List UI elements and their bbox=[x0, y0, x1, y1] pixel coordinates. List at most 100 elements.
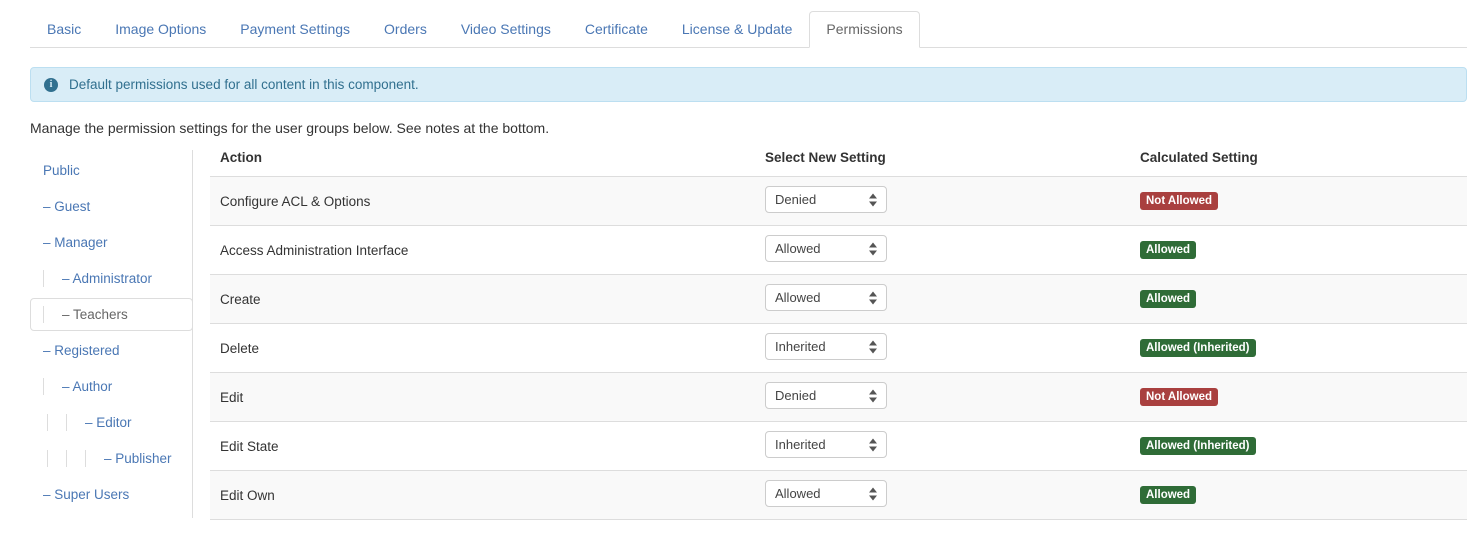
table-row: Create Allowed Allowed bbox=[210, 275, 1467, 324]
status-badge: Allowed bbox=[1140, 290, 1196, 308]
tree-guide-line bbox=[66, 450, 67, 467]
sidebar-item-label: – Publisher bbox=[104, 451, 172, 466]
select-updown-arrows-icon bbox=[869, 437, 877, 452]
sidebar-item-public[interactable]: Public bbox=[30, 154, 192, 187]
permission-select-value: Allowed bbox=[775, 236, 821, 261]
cell-action: Configure ACL & Options bbox=[210, 177, 755, 226]
tree-guide-line bbox=[47, 414, 48, 431]
tree-guide-line bbox=[66, 414, 67, 431]
permission-select[interactable]: Denied bbox=[765, 186, 887, 213]
sidebar-item-publisher[interactable]: – Publisher bbox=[30, 442, 192, 475]
sidebar-item-label: – Super Users bbox=[43, 487, 129, 502]
table-header-row: Action Select New Setting Calculated Set… bbox=[210, 150, 1467, 177]
sidebar-item-label: – Manager bbox=[43, 235, 108, 250]
table-row: Configure ACL & Options Denied Not Allowed bbox=[210, 177, 1467, 226]
select-updown-arrows-icon bbox=[869, 192, 877, 207]
column-header-action: Action bbox=[210, 150, 755, 177]
permission-select[interactable]: Inherited bbox=[765, 431, 887, 458]
status-badge: Allowed (Inherited) bbox=[1140, 437, 1256, 455]
cell-select-new-setting: Denied bbox=[755, 177, 1130, 226]
sidebar-item-manager[interactable]: – Manager bbox=[30, 226, 192, 259]
tab-video-settings[interactable]: Video Settings bbox=[444, 11, 568, 48]
tab-basic[interactable]: Basic bbox=[30, 11, 98, 48]
sidebar-item-label: Public bbox=[43, 163, 80, 178]
status-badge: Not Allowed bbox=[1140, 192, 1218, 210]
permissions-body: Public – Guest – Manager – Administrator – T… bbox=[30, 150, 1467, 536]
info-alert: i Default permissions used for all conte… bbox=[30, 67, 1467, 102]
permission-select-value: Inherited bbox=[775, 334, 826, 359]
table-row: Access Administration Interface Allowed Al… bbox=[210, 226, 1467, 275]
permission-select-value: Allowed bbox=[775, 285, 821, 310]
cell-calculated-setting: Allowed (Inherited) bbox=[1130, 422, 1467, 471]
tree-guide-line bbox=[43, 306, 44, 323]
column-header-calculated: Calculated Setting bbox=[1130, 150, 1467, 177]
cell-select-new-setting: Denied bbox=[755, 373, 1130, 422]
permissions-page: BasicImage OptionsPayment SettingsOrders… bbox=[0, 0, 1481, 536]
permission-select[interactable]: Allowed bbox=[765, 284, 887, 311]
sidebar-item-label: – Administrator bbox=[62, 271, 152, 286]
table-row: Edit Denied Not Allowed bbox=[210, 373, 1467, 422]
table-row: Edit Own Allowed Allowed bbox=[210, 471, 1467, 520]
tab-payment-settings[interactable]: Payment Settings bbox=[223, 11, 367, 48]
sidebar-item-guest[interactable]: – Guest bbox=[30, 190, 192, 223]
sidebar-item-editor[interactable]: – Editor bbox=[30, 406, 192, 439]
status-badge: Allowed (Inherited) bbox=[1140, 339, 1256, 357]
permission-select-value: Denied bbox=[775, 383, 816, 408]
cell-calculated-setting: Allowed bbox=[1130, 226, 1467, 275]
permission-select[interactable]: Denied bbox=[765, 382, 887, 409]
permission-select[interactable]: Allowed bbox=[765, 235, 887, 262]
cell-calculated-setting: Allowed bbox=[1130, 471, 1467, 520]
permission-select-value: Allowed bbox=[775, 481, 821, 506]
cell-action: Delete bbox=[210, 324, 755, 373]
cell-action: Edit State bbox=[210, 422, 755, 471]
cell-select-new-setting: Allowed bbox=[755, 471, 1130, 520]
tree-guide-line bbox=[43, 270, 44, 287]
cell-select-new-setting: Inherited bbox=[755, 422, 1130, 471]
status-badge: Allowed bbox=[1140, 486, 1196, 504]
cell-action: Edit bbox=[210, 373, 755, 422]
permissions-table-wrapper: Action Select New Setting Calculated Set… bbox=[210, 150, 1467, 520]
cell-calculated-setting: Not Allowed bbox=[1130, 373, 1467, 422]
user-group-tab-list: Public – Guest – Manager – Administrator – T… bbox=[30, 150, 193, 518]
sidebar-item-administrator[interactable]: – Administrator bbox=[30, 262, 192, 295]
tab-certificate[interactable]: Certificate bbox=[568, 11, 665, 48]
cell-action: Create bbox=[210, 275, 755, 324]
select-updown-arrows-icon bbox=[869, 290, 877, 305]
select-updown-arrows-icon bbox=[869, 388, 877, 403]
sidebar-item-label: – Author bbox=[62, 379, 112, 394]
tab-license-update[interactable]: License & Update bbox=[665, 11, 810, 48]
sidebar-item-label: – Editor bbox=[85, 415, 132, 430]
sidebar-item-label: – Teachers bbox=[62, 307, 128, 322]
info-alert-message: Default permissions used for all content… bbox=[69, 77, 419, 92]
tree-guide-line bbox=[47, 450, 48, 467]
cell-select-new-setting: Inherited bbox=[755, 324, 1130, 373]
sidebar-item-registered[interactable]: – Registered bbox=[30, 334, 192, 367]
permission-select-value: Inherited bbox=[775, 432, 826, 457]
tab-image-options[interactable]: Image Options bbox=[98, 11, 223, 48]
column-header-select: Select New Setting bbox=[755, 150, 1130, 177]
page-description: Manage the permission settings for the u… bbox=[30, 120, 549, 136]
permission-select[interactable]: Inherited bbox=[765, 333, 887, 360]
tree-guide-line bbox=[43, 378, 44, 395]
select-updown-arrows-icon bbox=[869, 486, 877, 501]
cell-action: Edit Own bbox=[210, 471, 755, 520]
permissions-table: Action Select New Setting Calculated Set… bbox=[210, 150, 1467, 520]
info-circle-icon: i bbox=[44, 78, 58, 92]
sidebar-item-author[interactable]: – Author bbox=[30, 370, 192, 403]
cell-action: Access Administration Interface bbox=[210, 226, 755, 275]
tree-guide-line bbox=[85, 450, 86, 467]
cell-calculated-setting: Allowed (Inherited) bbox=[1130, 324, 1467, 373]
sidebar-item-label: – Guest bbox=[43, 199, 90, 214]
component-tab-bar: BasicImage OptionsPayment SettingsOrders… bbox=[30, 0, 1467, 48]
select-updown-arrows-icon bbox=[869, 241, 877, 256]
permission-select[interactable]: Allowed bbox=[765, 480, 887, 507]
tab-orders[interactable]: Orders bbox=[367, 11, 444, 48]
sidebar-item-super-users[interactable]: – Super Users bbox=[30, 478, 192, 511]
cell-calculated-setting: Not Allowed bbox=[1130, 177, 1467, 226]
select-updown-arrows-icon bbox=[869, 339, 877, 354]
tab-permissions[interactable]: Permissions bbox=[809, 11, 919, 48]
status-badge: Allowed bbox=[1140, 241, 1196, 259]
table-row: Delete Inherited Allowed (Inherited) bbox=[210, 324, 1467, 373]
sidebar-item-teachers[interactable]: – Teachers bbox=[30, 298, 193, 331]
cell-calculated-setting: Allowed bbox=[1130, 275, 1467, 324]
